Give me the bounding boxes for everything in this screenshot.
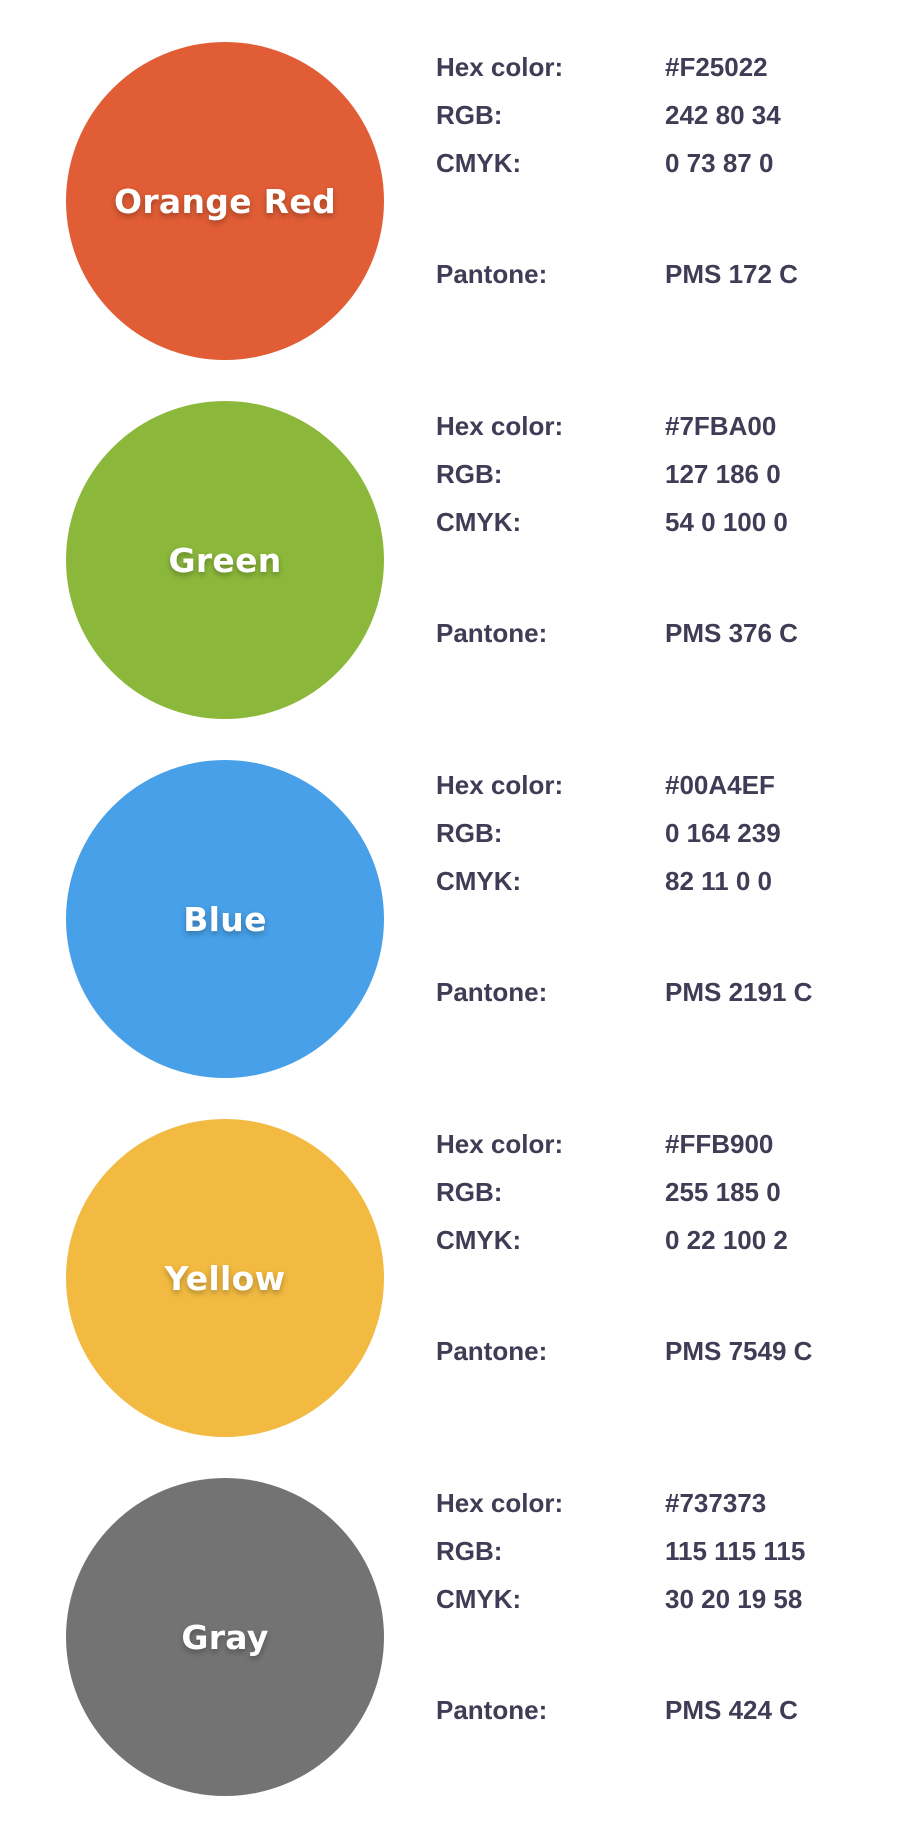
pantone-label: Pantone: [436,618,548,648]
rgb-value: 127 186 0 [665,459,781,489]
cmyk-label: CMYK: [436,866,522,896]
swatch-name: Orange Red [114,181,336,221]
rgb-label: RGB: [436,1177,503,1207]
pantone-value: PMS 7549 C [665,1336,813,1366]
rgb-value: 242 80 34 [665,100,781,130]
pantone-label: Pantone: [436,1695,548,1725]
swatch-gray: Gray Hex color: #737373 RGB: 115 115 115… [0,1436,898,1796]
swatch-name: Gray [181,1617,269,1657]
pantone-value: PMS 2191 C [665,977,813,1007]
hex-value: #00A4EF [665,770,775,800]
swatch-circle: Orange Red [66,42,384,360]
pantone-label: Pantone: [436,1336,548,1366]
cmyk-value: 54 0 100 0 [665,507,788,537]
pantone-label: Pantone: [436,259,548,289]
cmyk-value: 30 20 19 58 [665,1584,803,1614]
cmyk-label: CMYK: [436,507,522,537]
swatch-name: Blue [183,899,267,939]
cmyk-value: 0 73 87 0 [665,148,774,178]
swatch-circle: Blue [66,760,384,1078]
pantone-value: PMS 172 C [665,259,798,289]
rgb-label: RGB: [436,100,503,130]
hex-label: Hex color: [436,770,564,800]
cmyk-label: CMYK: [436,1584,522,1614]
pantone-label: Pantone: [436,977,548,1007]
pantone-value: PMS 376 C [665,618,798,648]
hex-label: Hex color: [436,52,564,82]
hex-value: #F25022 [665,52,768,82]
swatch-circle: Gray [66,1478,384,1796]
cmyk-label: CMYK: [436,1225,522,1255]
swatch-blue: Blue Hex color: #00A4EF RGB: 0 164 239 C… [0,718,898,1078]
rgb-label: RGB: [436,1536,503,1566]
swatch-circle: Green [66,401,384,719]
rgb-value: 255 185 0 [665,1177,781,1207]
pantone-value: PMS 424 C [665,1695,798,1725]
rgb-value: 0 164 239 [665,818,781,848]
hex-label: Hex color: [436,1488,564,1518]
swatch-orange-red: Orange Red Hex color: #F25022 RGB: 242 8… [0,0,898,360]
swatch-name: Green [168,540,282,580]
hex-value: #FFB900 [665,1129,774,1159]
cmyk-label: CMYK: [436,148,522,178]
swatch-green: Green Hex color: #7FBA00 RGB: 127 186 0 … [0,359,898,719]
hex-value: #737373 [665,1488,767,1518]
swatch-yellow: Yellow Hex color: #FFB900 RGB: 255 185 0… [0,1077,898,1437]
rgb-value: 115 115 115 [665,1536,806,1566]
color-palette: Orange Red Hex color: #F25022 RGB: 242 8… [0,0,898,1846]
cmyk-value: 0 22 100 2 [665,1225,788,1255]
hex-value: #7FBA00 [665,411,777,441]
swatch-circle: Yellow [66,1119,384,1437]
hex-label: Hex color: [436,411,564,441]
rgb-label: RGB: [436,459,503,489]
cmyk-value: 82 11 0 0 [665,866,772,896]
swatch-name: Yellow [164,1258,286,1298]
hex-label: Hex color: [436,1129,564,1159]
rgb-label: RGB: [436,818,503,848]
